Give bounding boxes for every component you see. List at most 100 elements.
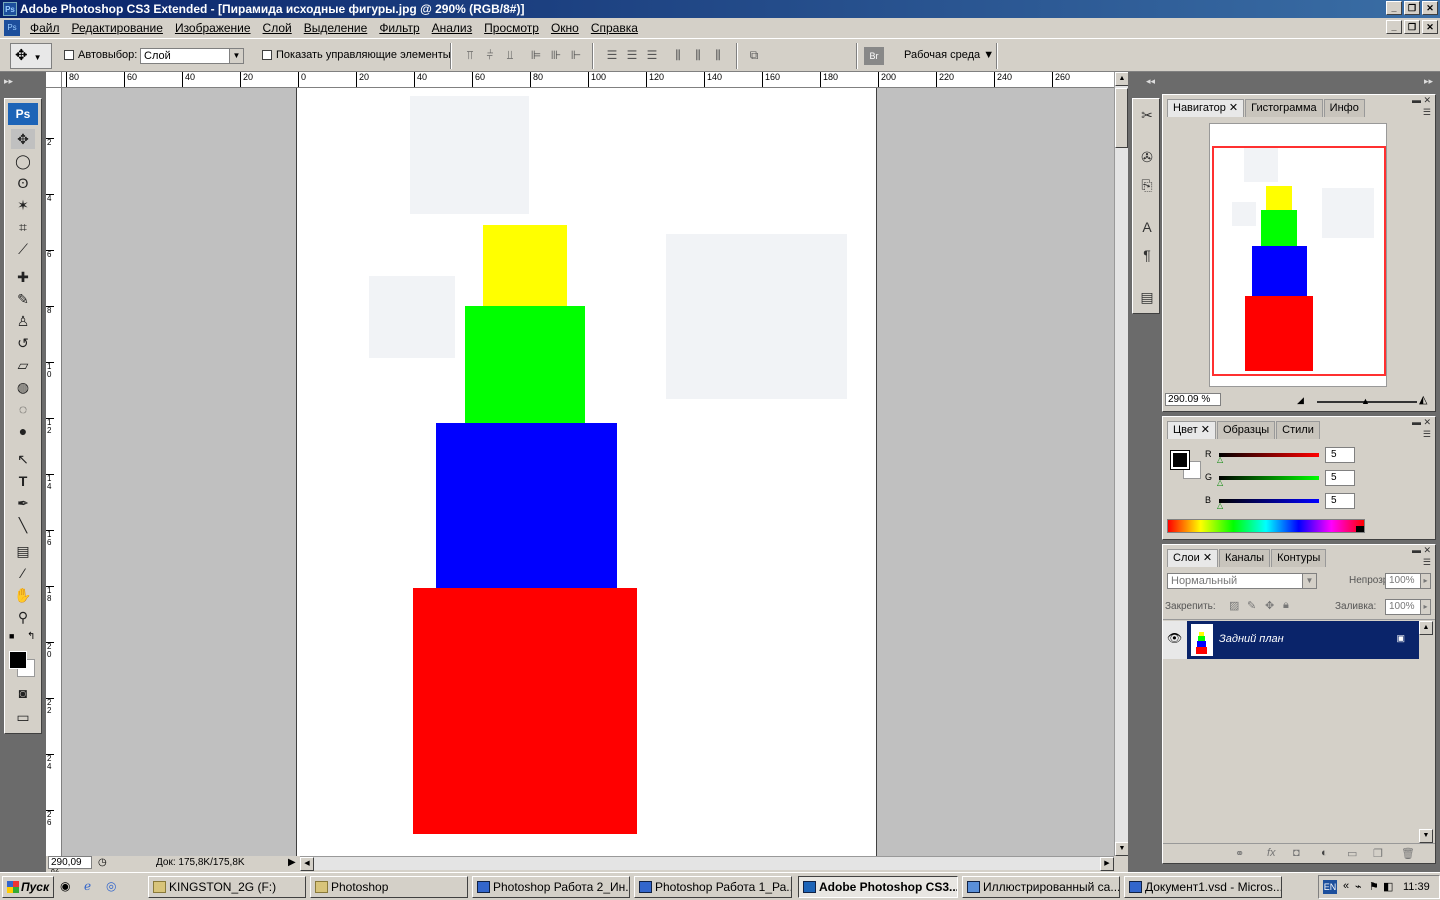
quick-mask-icon[interactable]: ◙	[11, 683, 35, 703]
align-hcenter-icon[interactable]: ⊪	[548, 47, 564, 63]
auto-align-icon[interactable]: ⧉	[746, 47, 762, 63]
distribute-hcenter-icon[interactable]: ⫼	[690, 47, 706, 63]
slider-thumb-icon[interactable]: △	[1217, 455, 1223, 464]
red-slider[interactable]	[1219, 453, 1319, 457]
crop-tool-icon[interactable]: ⌗	[11, 217, 35, 237]
tab-info[interactable]: Инфо	[1323, 99, 1365, 117]
taskbar-item[interactable]: Иллюстрированный са...	[962, 876, 1120, 898]
eraser-tool-icon[interactable]: ▱	[11, 355, 35, 375]
distribute-bottom-icon[interactable]: ☰	[644, 47, 660, 63]
foreground-color-swatch[interactable]	[9, 651, 27, 669]
align-bottom-icon[interactable]: ⫫	[502, 47, 518, 63]
ie-icon[interactable]: ℯ	[84, 879, 91, 893]
menu-select[interactable]: Выделение	[298, 21, 374, 35]
link-layers-icon[interactable]: ⚭	[1235, 847, 1244, 860]
tab-navigator[interactable]: Навигатор ✕	[1167, 99, 1245, 117]
doc-restore-button[interactable]: ❐	[1404, 20, 1420, 34]
taskbar-item[interactable]: KINGSTON_2G (F:)	[148, 876, 306, 898]
blur-tool-icon[interactable]: ◌	[11, 399, 35, 419]
red-value-field[interactable]: 5	[1325, 447, 1355, 463]
tab-color[interactable]: Цвет ✕	[1167, 421, 1216, 439]
blue-slider[interactable]	[1219, 499, 1319, 503]
close-panel-icon[interactable]: ✕	[1423, 417, 1431, 427]
paragraph-icon[interactable]: ¶	[1137, 245, 1157, 265]
distribute-top-icon[interactable]: ☰	[604, 47, 620, 63]
scroll-up-icon[interactable]: ▲	[1419, 621, 1433, 635]
vertical-scrollbar[interactable]: ▲ ▼	[1114, 72, 1129, 856]
green-slider[interactable]	[1219, 476, 1319, 480]
menu-edit[interactable]: Редактирование	[66, 21, 169, 35]
line-tool-icon[interactable]: ╲	[11, 515, 35, 535]
scroll-right-icon[interactable]: ▶	[1100, 857, 1114, 871]
taskbar-item[interactable]: Photoshop Работа 2_Ин...	[472, 876, 630, 898]
minimize-button[interactable]: _	[1386, 1, 1402, 15]
tool-preset-picker[interactable]: ✥ ▼	[10, 43, 52, 69]
clone-source-icon[interactable]: ⎘	[1137, 175, 1157, 195]
pen-tool-icon[interactable]: ✒	[11, 493, 35, 513]
slice-tool-icon[interactable]: ⟋	[11, 239, 35, 259]
tab-channels[interactable]: Каналы	[1219, 549, 1271, 567]
new-layer-icon[interactable]: ❐	[1373, 847, 1383, 860]
zoom-out-icon[interactable]: ◢	[1297, 395, 1304, 406]
character-icon[interactable]: A	[1137, 217, 1157, 237]
close-tab-icon[interactable]: ✕	[1229, 102, 1238, 114]
navigator-zoom-field[interactable]: 290.09 %	[1165, 393, 1221, 406]
slider-thumb-icon[interactable]: △	[1217, 501, 1223, 510]
security-icon[interactable]: ⚑	[1369, 880, 1379, 893]
menu-filter[interactable]: Фильтр	[373, 21, 425, 35]
lock-position-icon[interactable]: ✥	[1265, 599, 1274, 612]
scroll-down-icon[interactable]: ▼	[1115, 842, 1129, 856]
minimize-panel-icon[interactable]: ▬	[1412, 95, 1421, 105]
tools-icon[interactable]: ✂	[1137, 105, 1157, 125]
media-player-icon[interactable]: ◉	[60, 879, 70, 893]
default-colors-icon[interactable]: ■	[9, 631, 14, 641]
green-value-field[interactable]: 5	[1325, 470, 1355, 486]
color-spectrum-bar[interactable]	[1167, 519, 1365, 533]
hand-tool-icon[interactable]: ✋	[11, 585, 35, 605]
panel-menu-icon[interactable]: ☰	[1423, 429, 1431, 440]
tab-paths[interactable]: Контуры	[1271, 549, 1327, 567]
menu-image[interactable]: Изображение	[169, 21, 257, 35]
desktop-icon[interactable]: ◎	[106, 879, 116, 893]
close-button[interactable]: ✕	[1422, 1, 1438, 15]
tab-layers[interactable]: Слои ✕	[1167, 549, 1219, 567]
tab-histogram[interactable]: Гистограмма	[1245, 99, 1323, 117]
doc-close-button[interactable]: ✕	[1422, 20, 1438, 34]
visibility-eye-icon[interactable]: 👁︎	[1167, 631, 1182, 645]
align-right-icon[interactable]: ⊩	[568, 47, 584, 63]
close-tab-icon[interactable]: ✕	[1201, 424, 1210, 436]
menu-file[interactable]: Файл	[24, 21, 66, 35]
menu-view[interactable]: Просмотр	[478, 21, 545, 35]
fill-field[interactable]: 100% ▸	[1385, 599, 1431, 615]
menu-help[interactable]: Справка	[585, 21, 644, 35]
horizontal-scrollbar[interactable]: ◀ ▶	[300, 856, 1114, 871]
layer-mask-icon[interactable]: ◘	[1293, 847, 1300, 859]
opacity-field[interactable]: 100% ▸	[1385, 573, 1431, 589]
layer-comps-icon[interactable]: ▤	[1137, 287, 1157, 307]
history-brush-icon[interactable]: ↺	[11, 333, 35, 353]
taskbar-item-active[interactable]: Adobe Photoshop CS3...	[798, 876, 958, 898]
blend-mode-select[interactable]: Нормальный ▼	[1167, 573, 1317, 589]
zoom-tool-icon[interactable]: ⚲	[11, 607, 35, 627]
distribute-right-icon[interactable]: ⫼	[710, 47, 726, 63]
taskbar-item[interactable]: Photoshop Работа 1_Ра...	[634, 876, 792, 898]
move-tool-icon[interactable]: ✥	[11, 129, 35, 149]
collapse-toolbox-icon[interactable]: ▸▸	[4, 76, 13, 87]
expand-dock-icon[interactable]: ▸▸	[1424, 76, 1433, 87]
close-panel-icon[interactable]: ✕	[1423, 95, 1431, 105]
panel-menu-icon[interactable]: ☰	[1423, 557, 1431, 568]
screen-mode-icon[interactable]: ▭	[11, 707, 35, 727]
close-tab-icon[interactable]: ✕	[1203, 552, 1212, 564]
magic-wand-icon[interactable]: ✶	[11, 195, 35, 215]
lock-all-icon[interactable]: 🔒︎	[1283, 599, 1289, 612]
type-tool-icon[interactable]: T	[11, 471, 35, 491]
network-icon[interactable]: ⌁	[1355, 880, 1362, 893]
collapse-dock-icon[interactable]: ◂◂	[1146, 76, 1155, 87]
language-indicator[interactable]: EN	[1323, 880, 1337, 894]
distribute-vcenter-icon[interactable]: ☰	[624, 47, 640, 63]
lasso-tool-icon[interactable]: ʘ	[11, 173, 35, 193]
new-group-icon[interactable]: ▭	[1347, 847, 1357, 860]
healing-brush-icon[interactable]: ✚	[11, 267, 35, 287]
path-selection-icon[interactable]: ↖	[11, 449, 35, 469]
minimize-panel-icon[interactable]: ▬	[1412, 545, 1421, 555]
